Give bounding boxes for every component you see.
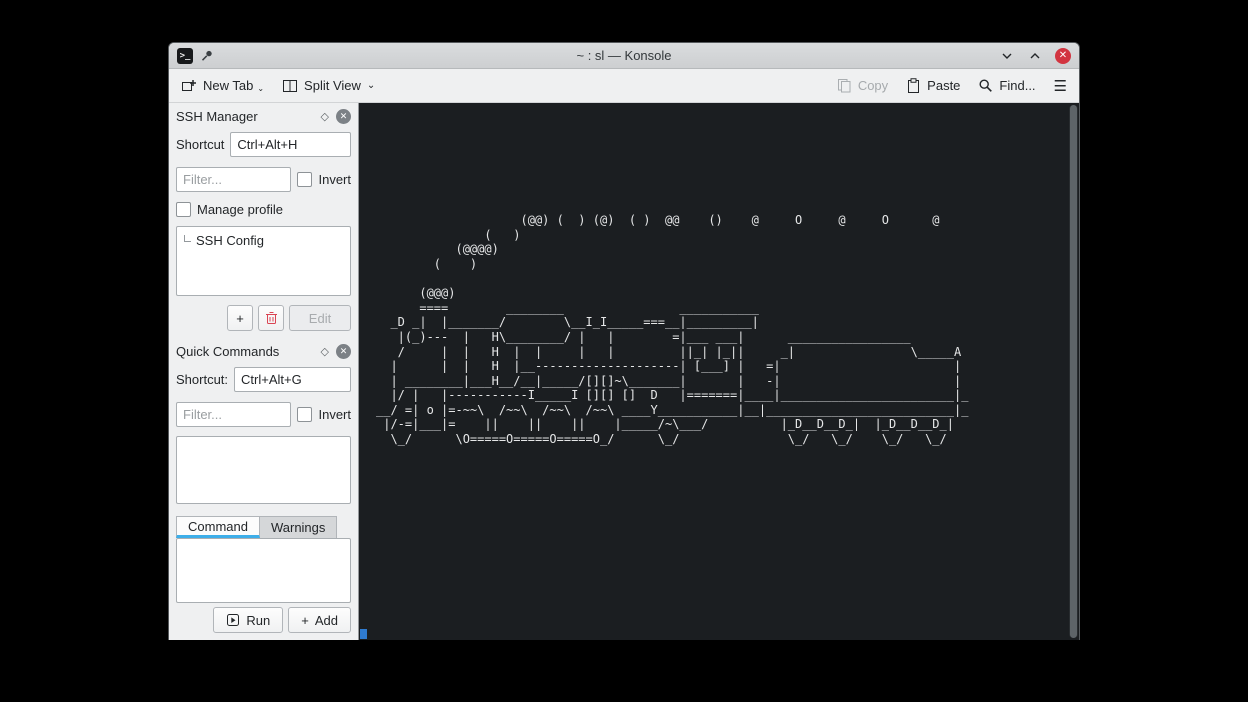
tab-command[interactable]: Command xyxy=(176,516,260,538)
quick-commands-panel: Quick Commands ◇ ✕ Shortcut: Invert Comm… xyxy=(169,338,358,640)
titlebar[interactable]: >_ ~ : sl — Konsole ✕ xyxy=(169,43,1079,69)
quick-commands-title: Quick Commands xyxy=(176,344,314,359)
qc-shortcut-row: Shortcut: xyxy=(176,367,351,392)
quick-commands-close-icon[interactable]: ✕ xyxy=(336,344,351,359)
tab-warnings[interactable]: Warnings xyxy=(260,516,337,538)
tree-item-ssh-config[interactable]: SSH Config xyxy=(177,227,350,248)
konsole-window: >_ ~ : sl — Konsole ✕ xyxy=(168,42,1080,640)
ssh-add-button[interactable]: + xyxy=(227,305,253,331)
paste-button[interactable]: Paste xyxy=(906,78,960,94)
plus-icon: + xyxy=(301,613,309,628)
new-tab-icon xyxy=(181,78,197,94)
qc-filter-row: Invert xyxy=(176,402,351,427)
copy-icon xyxy=(837,78,852,93)
terminal-scrollbar-thumb[interactable] xyxy=(1070,105,1077,638)
ssh-shortcut-input[interactable] xyxy=(230,132,351,157)
split-view-label: Split View xyxy=(304,78,361,93)
quick-commands-float-icon[interactable]: ◇ xyxy=(321,345,329,358)
ssh-invert-checkbox[interactable] xyxy=(297,172,312,187)
qc-shortcut-label: Shortcut: xyxy=(176,372,228,387)
new-tab-label: New Tab xyxy=(203,78,253,93)
maximize-button[interactable] xyxy=(1027,48,1043,64)
ssh-shortcut-label: Shortcut xyxy=(176,137,224,152)
window-content: SSH Manager ◇ ✕ Shortcut Invert Manage p… xyxy=(169,103,1079,640)
qc-command-editor[interactable] xyxy=(176,538,351,603)
run-icon xyxy=(226,613,240,627)
ssh-manager-float-icon[interactable]: ◇ xyxy=(321,110,329,123)
terminal-output: (@@) ( ) (@) ( ) @@ () @ O @ O @ ( ) (@@… xyxy=(359,103,1079,447)
ssh-filter-row: Invert xyxy=(176,167,351,192)
minimize-button[interactable] xyxy=(999,48,1015,64)
copy-button[interactable]: Copy xyxy=(837,78,888,93)
ssh-manager-header: SSH Manager ◇ ✕ xyxy=(169,103,358,127)
qc-run-label: Run xyxy=(246,613,270,628)
new-tab-button[interactable]: New Tab ⌄ xyxy=(181,78,264,94)
qc-add-label: Add xyxy=(315,613,338,628)
ssh-manager-panel: SSH Manager ◇ ✕ Shortcut Invert Manage p… xyxy=(169,103,358,338)
trash-icon xyxy=(265,311,278,325)
hamburger-icon: ☰ xyxy=(1054,77,1067,95)
search-icon xyxy=(978,78,993,93)
manage-profile-label: Manage profile xyxy=(197,202,283,217)
split-view-dropdown-icon: ⌄ xyxy=(367,81,375,91)
ssh-manager-close-icon[interactable]: ✕ xyxy=(336,109,351,124)
manage-profile-checkbox[interactable] xyxy=(176,202,191,217)
pin-icon[interactable] xyxy=(200,49,214,63)
qc-buttons-row: Run + Add xyxy=(176,607,351,633)
sidebar: SSH Manager ◇ ✕ Shortcut Invert Manage p… xyxy=(169,103,359,640)
new-tab-menu-arrow-icon: ⌄ xyxy=(257,84,264,93)
qc-add-button[interactable]: + Add xyxy=(288,607,351,633)
paste-icon xyxy=(906,78,921,94)
qc-tabs: Command Warnings xyxy=(176,516,358,538)
tree-item-label: SSH Config xyxy=(196,233,264,248)
find-button[interactable]: Find... xyxy=(978,78,1035,93)
main-toolbar: New Tab ⌄ Split View ⌄ Copy xyxy=(169,69,1079,103)
terminal-cursor xyxy=(360,629,367,639)
qc-run-button[interactable]: Run xyxy=(213,607,283,633)
qc-command-list[interactable] xyxy=(176,436,351,504)
menu-button[interactable]: ☰ xyxy=(1054,77,1067,95)
ssh-invert-label: Invert xyxy=(318,172,351,187)
qc-shortcut-input[interactable] xyxy=(234,367,351,392)
split-view-icon xyxy=(282,78,298,94)
ssh-buttons-row: + xyxy=(176,305,351,331)
ssh-manager-title: SSH Manager xyxy=(176,109,314,124)
tree-branch-icon xyxy=(184,235,191,242)
qc-invert-label: Invert xyxy=(318,407,351,422)
paste-label: Paste xyxy=(927,78,960,93)
qc-filter-input[interactable] xyxy=(176,402,291,427)
ssh-edit-button[interactable]: Edit xyxy=(289,305,351,331)
window-title: ~ : sl — Konsole xyxy=(169,48,1079,63)
terminal-view[interactable]: (@@) ( ) (@) ( ) @@ () @ O @ O @ ( ) (@@… xyxy=(359,103,1079,640)
manage-profile-row: Manage profile xyxy=(176,202,351,217)
ssh-shortcut-row: Shortcut xyxy=(176,132,351,157)
ssh-config-tree[interactable]: SSH Config xyxy=(176,226,351,296)
copy-label: Copy xyxy=(858,78,888,93)
terminal-scrollbar[interactable] xyxy=(1069,105,1078,638)
close-button[interactable]: ✕ xyxy=(1055,48,1071,64)
qc-invert-checkbox[interactable] xyxy=(297,407,312,422)
quick-commands-header: Quick Commands ◇ ✕ xyxy=(169,338,358,362)
ssh-delete-button[interactable] xyxy=(258,305,284,331)
konsole-app-icon[interactable]: >_ xyxy=(177,48,193,64)
find-label: Find... xyxy=(999,78,1035,93)
split-view-button[interactable]: Split View ⌄ xyxy=(282,78,375,94)
ssh-filter-input[interactable] xyxy=(176,167,291,192)
